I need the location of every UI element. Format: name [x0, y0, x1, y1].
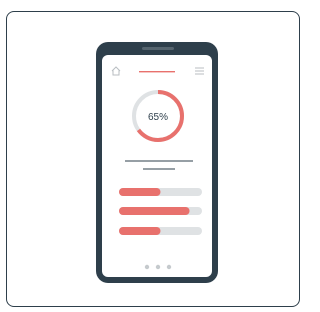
bar-fill: [119, 227, 161, 235]
bar-fill: [119, 207, 190, 215]
phone-screen: [102, 55, 212, 277]
speaker-slot: [142, 47, 174, 50]
progress-label: 65%: [148, 112, 168, 123]
bar-fill: [119, 188, 161, 196]
phone-illustration: 65%: [96, 42, 218, 283]
pagination-dot: [155, 264, 161, 270]
header-accent-line: [139, 71, 175, 73]
pagination-dot: [144, 264, 150, 270]
progress-bars: [119, 188, 202, 235]
pagination-dot: [166, 264, 172, 270]
